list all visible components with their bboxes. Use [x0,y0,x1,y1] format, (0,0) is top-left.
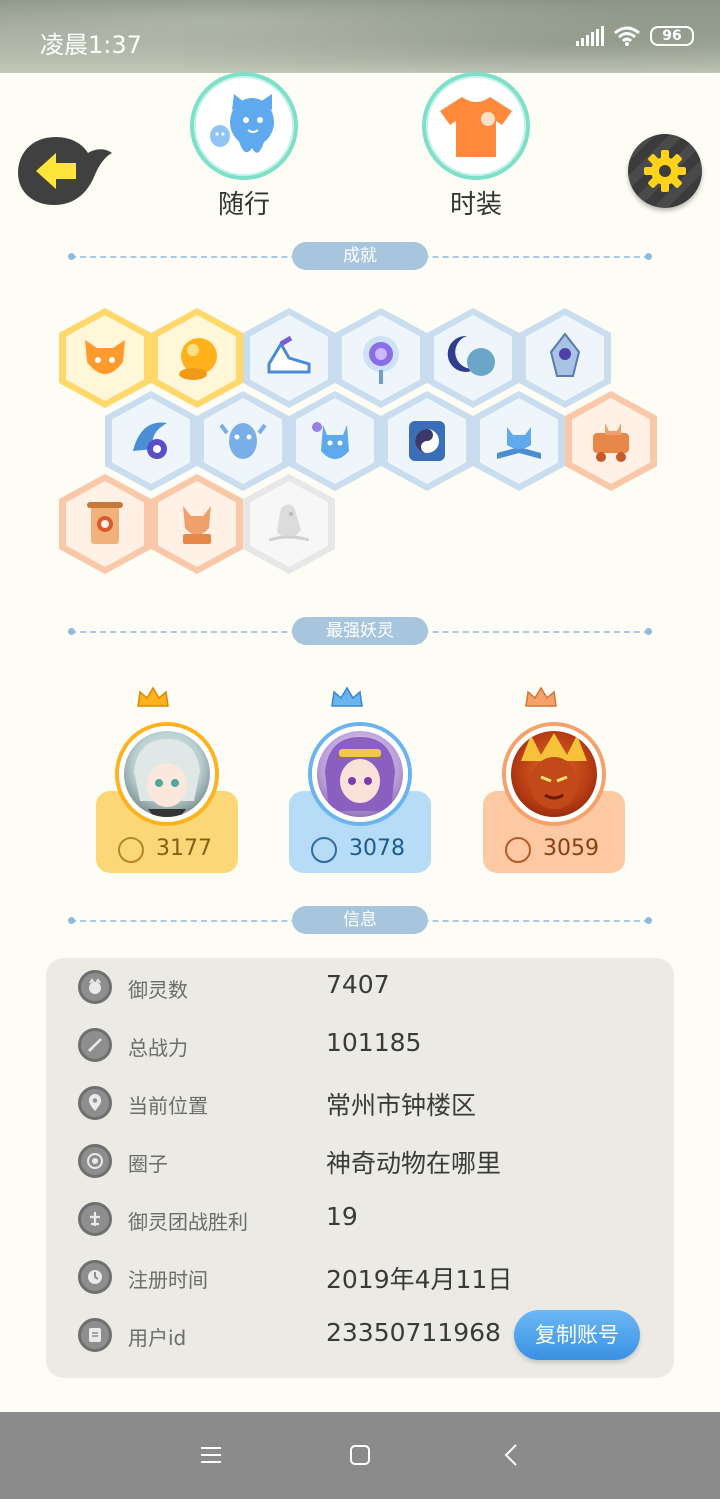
info-label: 用户id [128,1326,187,1350]
fashion-circle [422,72,530,180]
locked-creature-badge[interactable] [243,474,335,574]
info-row-circle: 圈子 神奇动物在哪里 [46,1132,674,1190]
location-pin-icon [78,1086,112,1120]
status-icons: 96 [576,26,694,46]
info-panel: 御灵数 7407 总战力 101185 当前位置 常州市钟楼区 圈子 神奇动物在… [46,958,674,1378]
tshirt-icon [440,97,512,157]
gold-crown-icon [137,686,169,707]
sneaker-badge[interactable] [243,308,335,408]
system-nav-bar [0,1412,720,1499]
taiji-block-badge[interactable] [381,391,473,491]
avatar[interactable] [119,726,215,822]
circle-group-icon [78,1144,112,1178]
nav-back-button[interactable] [496,1440,526,1470]
crystal-badge[interactable] [519,308,611,408]
sword-icon [118,837,144,863]
spirit-badge[interactable] [197,391,289,491]
info-title: 信息 [292,906,428,934]
spirit-power-1: 3177 [156,836,212,861]
divider-dot [645,628,652,635]
info-label: 御灵数 [128,978,188,1002]
spirit-power-2: 3078 [349,836,405,861]
info-value: 2019年4月11日 [326,1265,513,1294]
info-value: 神奇动物在哪里 [326,1149,502,1178]
info-row-team-battle: 御灵团战胜利 19 [46,1190,674,1248]
tab-companion[interactable]: 随行 [184,72,304,221]
avatar[interactable] [312,726,408,822]
sword-icon [505,837,531,863]
info-label: 圈子 [128,1152,168,1176]
divider-dot [68,628,75,635]
divider-dot [645,253,652,260]
spirit-portrait-3 [521,733,587,809]
menu-icon [201,1447,221,1463]
info-header: 信息 [68,906,652,936]
strongest-title: 最强妖灵 [292,617,428,645]
info-row-spirit-count: 御灵数 7407 [46,958,674,1016]
companion-circle [190,72,298,180]
info-value: 常州市钟楼区 [326,1091,477,1120]
back-chevron-icon [504,1444,517,1466]
status-time: 凌晨1:37 [40,31,142,59]
wifi-icon [614,26,640,46]
signal-icon [576,26,604,46]
info-label: 当前位置 [128,1094,208,1118]
strongest-header: 最强妖灵 [68,617,652,647]
menu-button[interactable] [196,1440,226,1470]
achievements-header: 成就 [68,242,652,272]
fox-face-badge[interactable] [59,308,151,408]
cart-cat-badge[interactable] [565,391,657,491]
spirit-count-icon [78,970,112,1004]
companion-ghost-icon [210,94,274,153]
status-bar: 凌晨1:37 96 [0,0,720,73]
info-value: 7407 [326,970,390,999]
moon-badge[interactable] [427,308,519,408]
divider-dot [68,917,75,924]
tab-companion-label: 随行 [217,190,270,220]
back-arrow-icon [18,137,112,205]
back-button[interactable] [18,133,114,209]
golden-orb-badge[interactable] [151,308,243,408]
info-value: 19 [326,1202,358,1231]
book-fox-badge[interactable] [473,391,565,491]
divider-dot [645,917,652,924]
info-row-total-power: 总战力 101185 [46,1016,674,1074]
battery-icon: 96 [650,26,694,46]
settings-button[interactable] [628,134,702,208]
sword-icon [78,1028,112,1062]
spirit-power-3: 3059 [543,836,599,861]
sword-icon [311,837,337,863]
silver-crown-icon [331,686,363,707]
ghost-cat-badge[interactable] [289,391,381,491]
team-battle-icon [78,1202,112,1236]
info-row-register-date: 注册时间 2019年4月11日 [46,1248,674,1306]
home-button[interactable] [345,1440,375,1470]
tab-fashion-label: 时装 [449,190,502,220]
demon-badge[interactable] [151,474,243,574]
info-value: 101185 [326,1028,422,1057]
info-label: 总战力 [128,1036,188,1060]
scroll-badge[interactable] [59,474,151,574]
info-value: 23350711968 [326,1318,501,1347]
home-square-icon [350,1445,370,1465]
avatar[interactable] [506,726,602,822]
info-label: 御灵团战胜利 [128,1210,248,1234]
id-card-icon [78,1318,112,1352]
info-row-location: 当前位置 常州市钟楼区 [46,1074,674,1132]
divider-dot [68,253,75,260]
bronze-crown-icon [525,686,557,707]
lollipop-badge[interactable] [335,308,427,408]
achievements-title: 成就 [292,242,428,270]
wave-taiji-badge[interactable] [105,391,197,491]
gear-icon [644,150,686,192]
tab-fashion[interactable]: 时装 [416,72,536,221]
copy-account-button[interactable]: 复制账号 [514,1310,640,1360]
spirit-portrait-1 [134,739,200,817]
spirit-portrait-2 [325,737,395,811]
info-label: 注册时间 [128,1268,208,1292]
clock-icon [78,1260,112,1294]
